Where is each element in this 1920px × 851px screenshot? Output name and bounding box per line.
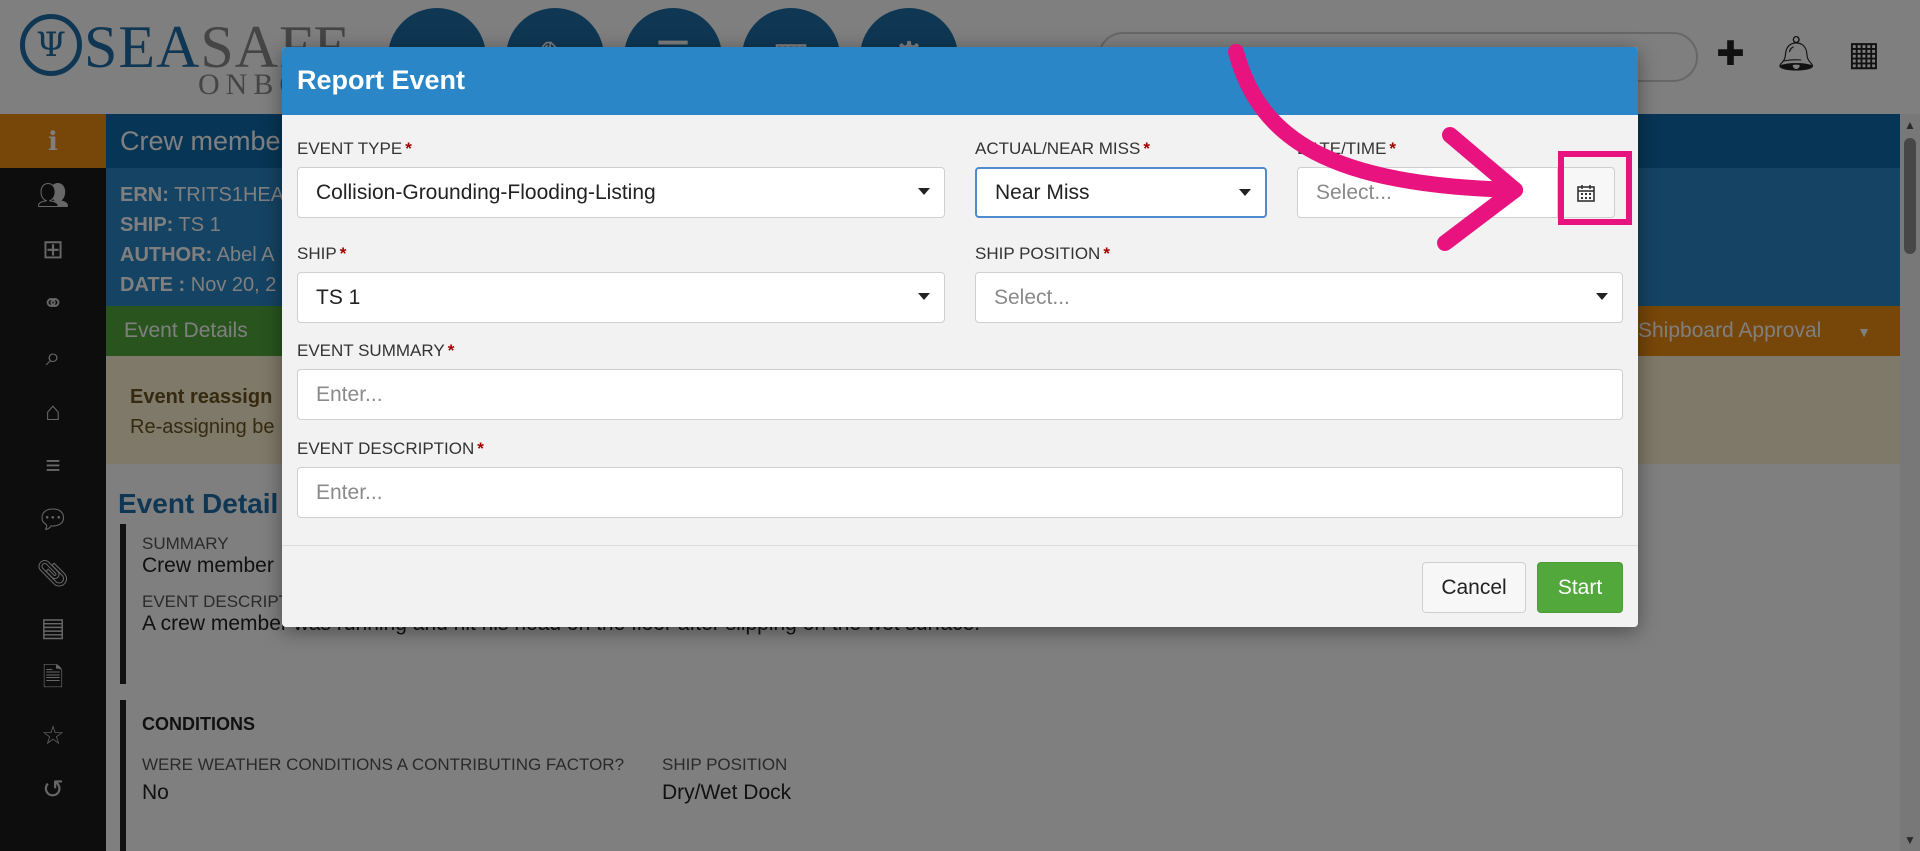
- caret-down-icon: [918, 293, 930, 300]
- actual-near-miss-select[interactable]: Near Miss: [975, 167, 1267, 218]
- caret-down-icon: [918, 188, 930, 195]
- required-mark: *: [1103, 244, 1110, 263]
- required-mark: *: [1389, 139, 1397, 158]
- actual-near-miss-value: Near Miss: [995, 180, 1090, 204]
- date-picker-highlight: [1558, 151, 1632, 225]
- required-mark: *: [477, 439, 484, 458]
- ship-field: SHIP * TS 1: [297, 242, 945, 323]
- event-summary-input[interactable]: Enter...: [297, 369, 1623, 420]
- ship-position-select[interactable]: Select...: [975, 272, 1623, 323]
- caret-down-icon: [1596, 293, 1608, 300]
- event-summary-placeholder: Enter...: [316, 382, 383, 406]
- required-mark: *: [1143, 139, 1150, 158]
- event-description-label: EVENT DESCRIPTION: [297, 439, 475, 458]
- event-type-label: EVENT TYPE: [297, 139, 403, 158]
- date-time-input[interactable]: Select...: [1297, 167, 1557, 218]
- modal-footer: Cancel Start: [282, 545, 1638, 627]
- report-event-modal: Report Event EVENT TYPE * Collision-Groun…: [282, 47, 1638, 627]
- date-time-label: DATE/TIME: [1297, 139, 1387, 158]
- cancel-button[interactable]: Cancel: [1422, 562, 1526, 613]
- ship-label: SHIP: [297, 244, 337, 263]
- event-description-placeholder: Enter...: [316, 480, 383, 504]
- event-type-field: EVENT TYPE * Collision-Grounding-Flooding…: [297, 137, 945, 218]
- ship-position-field: SHIP POSITION * Select...: [975, 242, 1623, 323]
- modal-title: Report Event: [282, 47, 1638, 115]
- ship-select[interactable]: TS 1: [297, 272, 945, 323]
- event-summary-label: EVENT SUMMARY: [297, 341, 445, 360]
- ship-value: TS 1: [316, 285, 361, 309]
- date-time-placeholder: Select...: [1316, 180, 1392, 204]
- actual-near-miss-label: ACTUAL/NEAR MISS: [975, 139, 1141, 158]
- required-mark: *: [405, 139, 412, 158]
- modal-body: EVENT TYPE * Collision-Grounding-Flooding…: [282, 115, 1638, 535]
- required-mark: *: [339, 244, 347, 263]
- start-button[interactable]: Start: [1537, 562, 1623, 613]
- actual-near-miss-field: ACTUAL/NEAR MISS * Near Miss: [975, 137, 1267, 218]
- required-mark: *: [447, 341, 455, 360]
- ship-position-placeholder: Select...: [994, 285, 1070, 309]
- event-description-input[interactable]: Enter...: [297, 467, 1623, 518]
- caret-down-icon: [1239, 189, 1251, 196]
- event-type-value: Collision-Grounding-Flooding-Listing: [316, 180, 656, 204]
- event-summary-field: EVENT SUMMARY * Enter...: [297, 339, 1623, 420]
- event-type-select[interactable]: Collision-Grounding-Flooding-Listing: [297, 167, 945, 218]
- ship-position-label: SHIP POSITION: [975, 244, 1101, 263]
- event-description-field: EVENT DESCRIPTION * Enter...: [297, 437, 1623, 518]
